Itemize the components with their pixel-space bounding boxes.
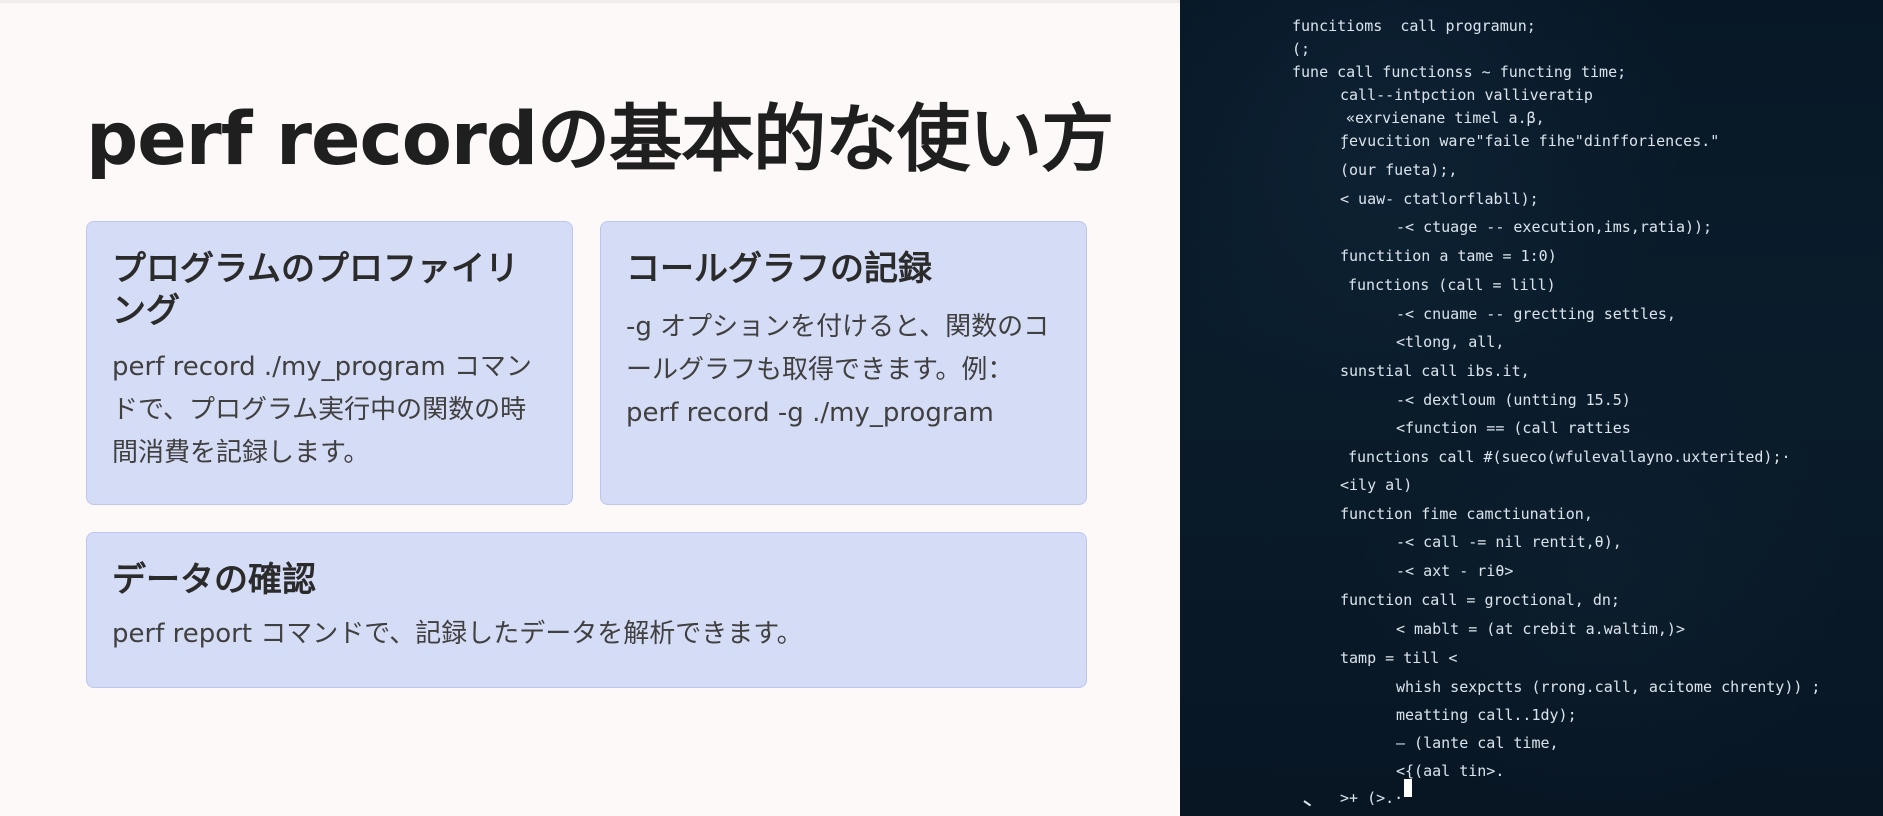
code-line: sunstial call ibs.it,	[1340, 362, 1530, 380]
code-line: <ily al)	[1340, 476, 1413, 494]
data-check-card: データの確認 perf report コマンドで、記録したデータを解析できます。	[86, 532, 1087, 688]
data-check-card-body: perf report コマンドで、記録したデータを解析できます。	[112, 619, 803, 649]
code-line: >+ (>.·	[1340, 789, 1404, 807]
code-line: ƒevucition ware"faile fihe"dinfforiences…	[1340, 132, 1720, 150]
code-line: -< cnuame -- grectting settles,	[1396, 305, 1676, 323]
page-title: perf recordの基本的な使い方	[86, 97, 1114, 182]
callgraph-card: コールグラフの記録 -g オプションを付けると、関数のコールグラフも取得できます…	[600, 221, 1087, 505]
code-line: whish sexpctts (rrong.call, acitome chre…	[1396, 678, 1821, 696]
code-line: meatting call..1dy);	[1396, 706, 1577, 724]
profiling-card: プログラムのプロファイリング perf record ./my_program …	[86, 221, 573, 505]
code-line: funcitioms call programun;	[1292, 17, 1536, 35]
code-line: tamp = till <	[1340, 649, 1458, 667]
code-line: (our fueta);,	[1340, 161, 1458, 179]
terminal-cursor	[1404, 779, 1412, 797]
code-line: < uaw- ctatlorflabll);	[1340, 190, 1539, 208]
code-line: <{(aal tin>.	[1396, 762, 1505, 780]
slide: perf recordの基本的な使い方 プログラムのプロファイリング perf …	[0, 0, 1883, 816]
data-check-card-title: データの確認	[112, 560, 316, 600]
terminal-code-panel: funcitioms call programun; (; fune call …	[1180, 0, 1883, 816]
code-lines: funcitioms call programun; (; fune call …	[1180, 0, 1883, 816]
code-line: functition a tame = 1:0)	[1340, 247, 1557, 265]
code-line: function fime camctiunation,	[1340, 505, 1593, 523]
code-line: functions (call = lill)	[1348, 276, 1556, 294]
left-content-pane: perf recordの基本的な使い方 プログラムのプロファイリング perf …	[0, 0, 1180, 816]
code-line: -< ctuage -- execution,ims,ratia));	[1396, 218, 1713, 236]
code-line: <tlong, all,	[1396, 333, 1505, 351]
code-line: -< axt - riθ>	[1396, 562, 1514, 580]
code-line: < mablt = (at crebit a.waltim,)>	[1396, 620, 1685, 638]
callgraph-card-title: コールグラフの記録	[626, 249, 932, 289]
code-line: -< dextloum (untting 15.5)	[1396, 391, 1631, 409]
code-line: -< call -= nil rentit,θ),	[1396, 533, 1622, 551]
profiling-card-body: perf record ./my_program コマンドで、プログラム実行中の…	[112, 352, 532, 468]
code-line: function call = groctional, dn;	[1340, 591, 1620, 609]
profiling-card-title: プログラムのプロファイリング	[112, 249, 519, 331]
callgraph-card-body: -g オプションを付けると、関数のコールグラフも取得できます。例：perf re…	[626, 312, 1050, 428]
code-line: functions call #(sueco(wfulevallayno.uxt…	[1348, 448, 1791, 466]
code-line: — (lante cal time,	[1396, 734, 1559, 752]
code-line: <function == (call ratties	[1396, 419, 1631, 437]
